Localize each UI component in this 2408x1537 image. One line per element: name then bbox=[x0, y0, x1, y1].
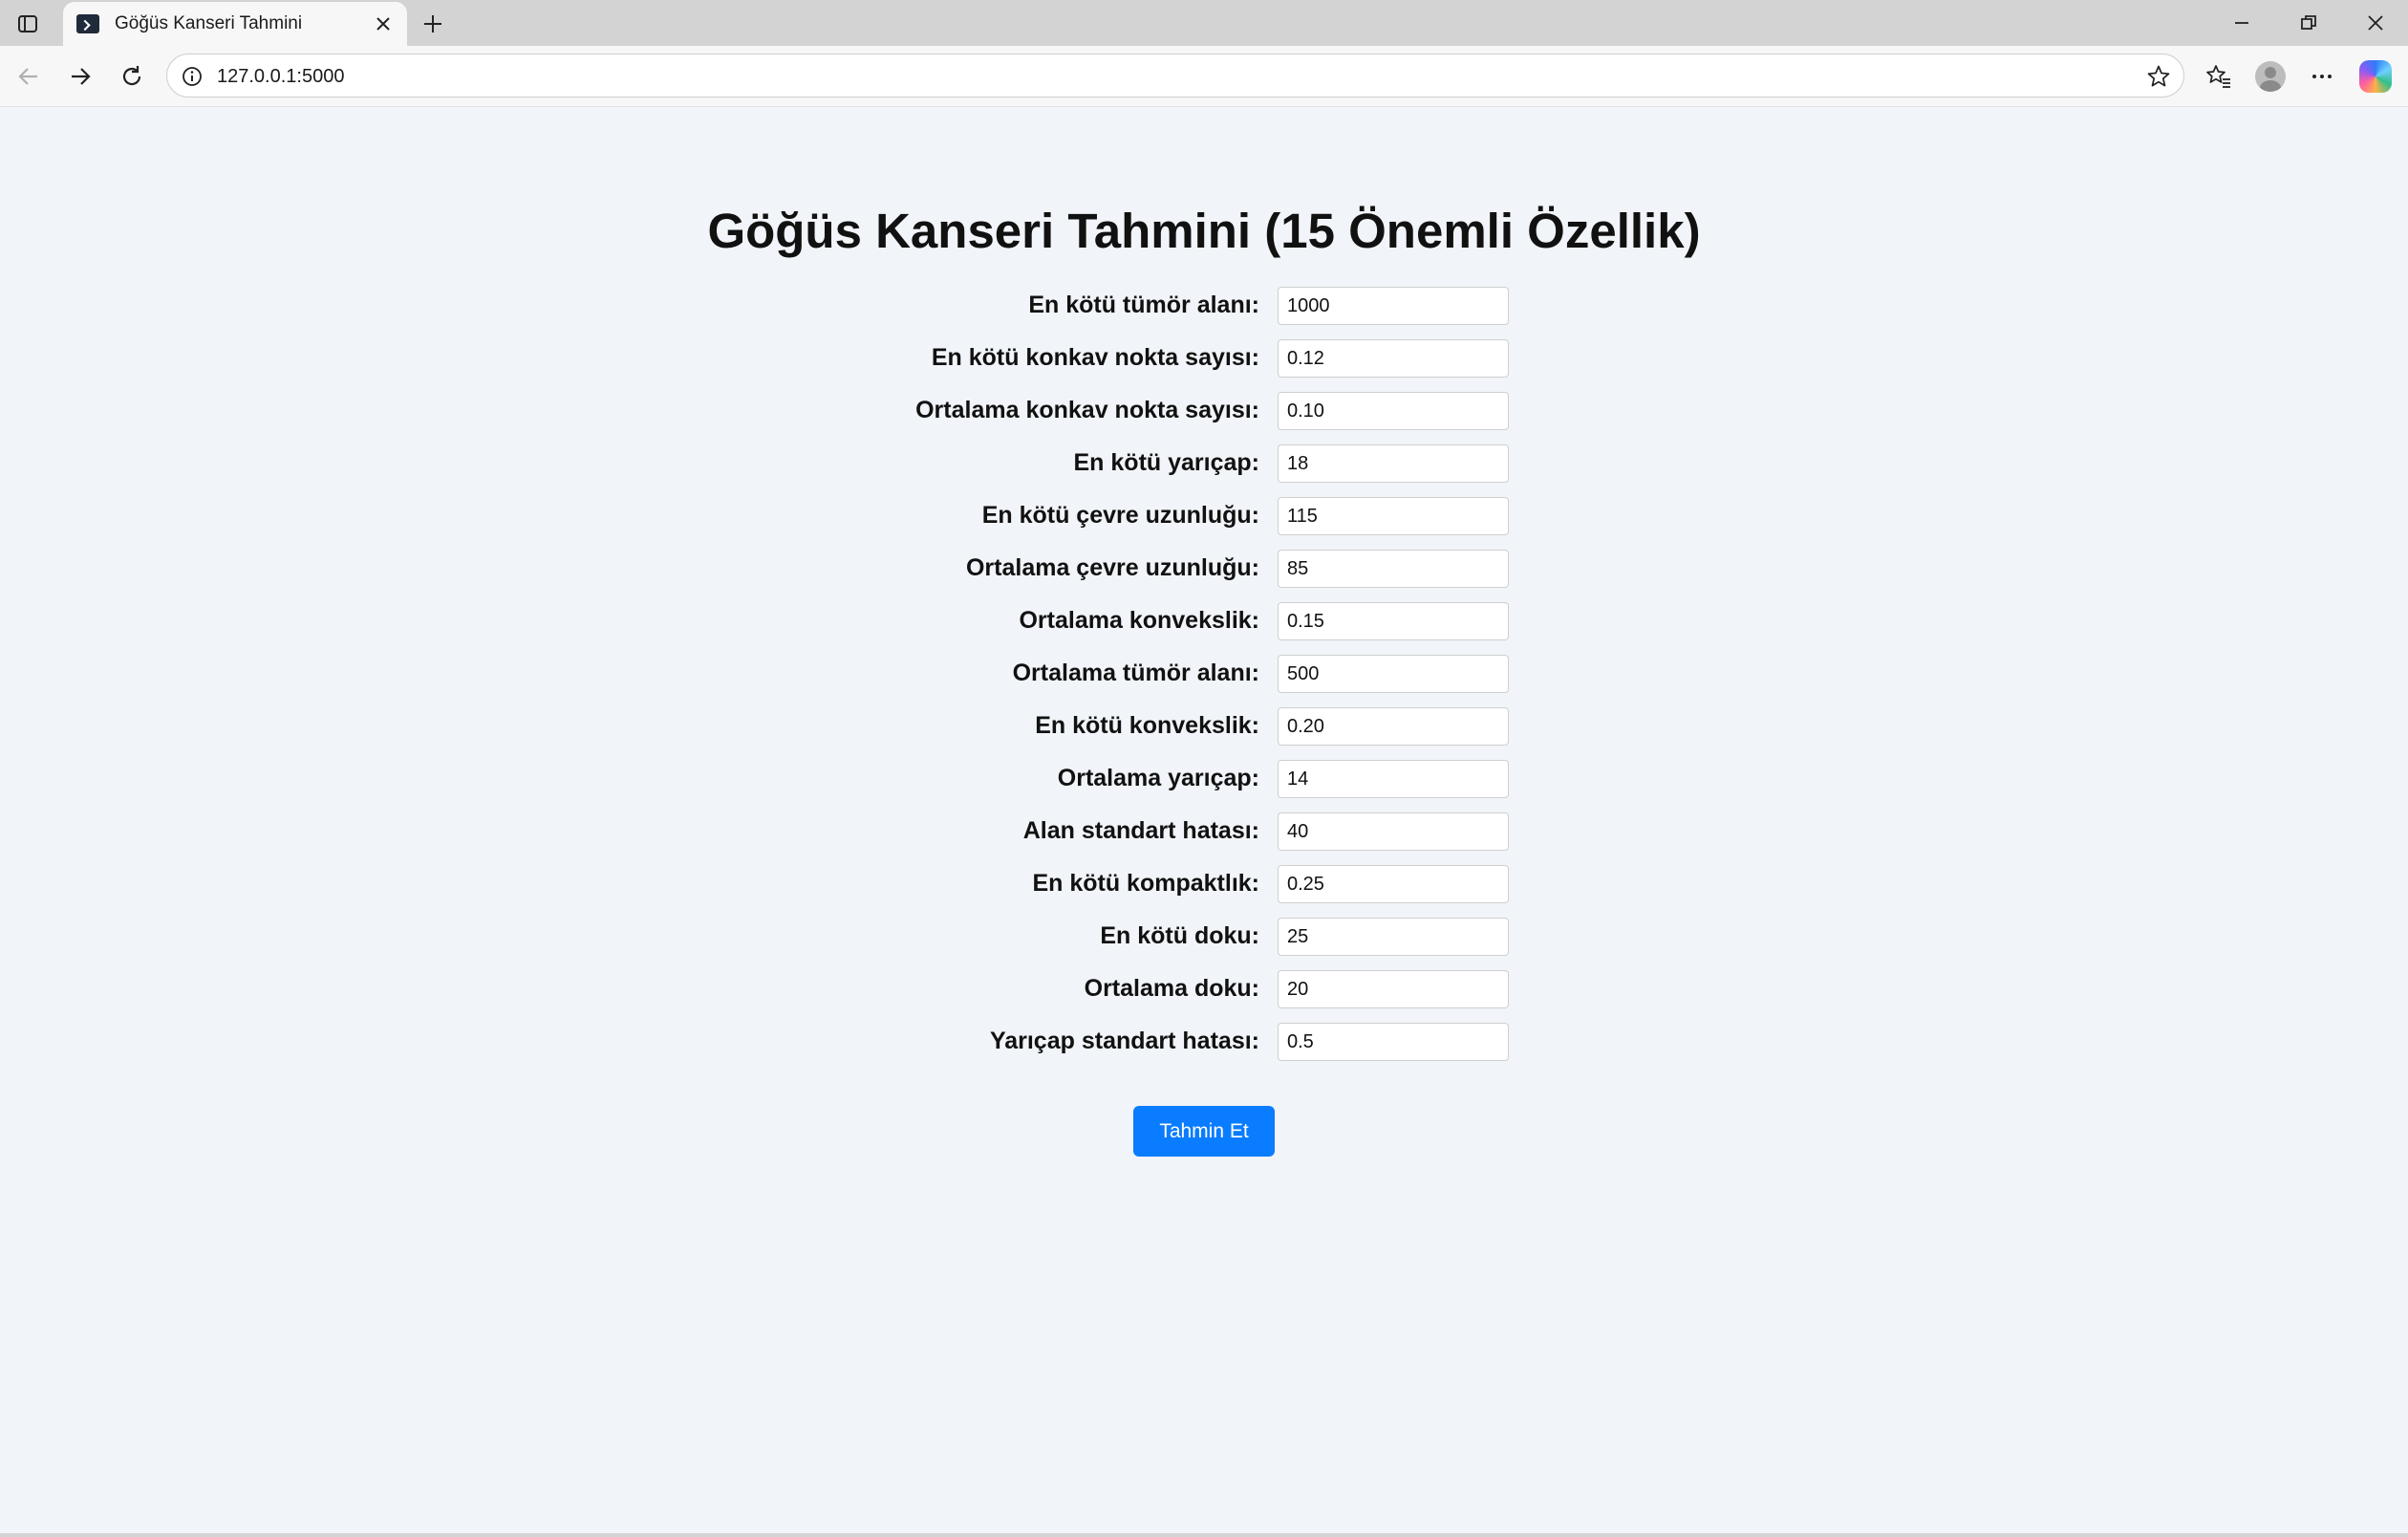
form-row: Yarıçap standart hatası: bbox=[4, 1023, 2404, 1061]
page-title: Göğüs Kanseri Tahmini (15 Önemli Özellik… bbox=[707, 204, 1701, 258]
form-row: Ortalama çevre uzunluğu: bbox=[4, 550, 2404, 588]
window-bottom-border bbox=[0, 1533, 2408, 1537]
terminal-icon bbox=[76, 14, 99, 33]
browser-tab[interactable]: Göğüs Kanseri Tahmini bbox=[63, 2, 407, 46]
field-label: En kötü kompaktlık: bbox=[1032, 870, 1259, 897]
minimize-icon[interactable] bbox=[2213, 4, 2270, 42]
mean-perimeter-input[interactable] bbox=[1278, 550, 1509, 588]
form-row: Ortalama konvekslik: bbox=[4, 602, 2404, 640]
mean-texture-input[interactable] bbox=[1278, 970, 1509, 1008]
mean-radius-input[interactable] bbox=[1278, 760, 1509, 798]
form-row: Ortalama yarıçap: bbox=[4, 760, 2404, 798]
form-row: En kötü doku: bbox=[4, 918, 2404, 956]
radius-se-input[interactable] bbox=[1278, 1023, 1509, 1061]
info-icon[interactable] bbox=[181, 65, 204, 88]
field-label: Ortalama çevre uzunluğu: bbox=[965, 554, 1259, 581]
form-row: En kötü çevre uzunluğu: bbox=[4, 497, 2404, 535]
close-tab-icon[interactable] bbox=[369, 10, 398, 38]
star-icon[interactable] bbox=[2145, 63, 2172, 90]
worst-perimeter-input[interactable] bbox=[1278, 497, 1509, 535]
field-label: En kötü yarıçap: bbox=[1073, 449, 1260, 476]
form-row: En kötü kompaktlık: bbox=[4, 865, 2404, 903]
new-tab-icon[interactable] bbox=[417, 8, 449, 40]
mean-concave-points-input[interactable] bbox=[1278, 392, 1509, 430]
profile-button[interactable] bbox=[2251, 57, 2290, 96]
close-window-icon[interactable] bbox=[2347, 4, 2404, 42]
field-label: Ortalama konvekslik: bbox=[1019, 607, 1259, 634]
back-arrow-icon[interactable] bbox=[10, 57, 48, 96]
restore-icon[interactable] bbox=[2280, 4, 2337, 42]
browser-toolbar: 127.0.0.1:5000 bbox=[0, 46, 2408, 107]
worst-concave-points-input[interactable] bbox=[1278, 339, 1509, 378]
field-label: En kötü çevre uzunluğu: bbox=[981, 502, 1259, 529]
worst-concavity-input[interactable] bbox=[1278, 707, 1509, 746]
avatar bbox=[2255, 61, 2286, 92]
url-text: 127.0.0.1:5000 bbox=[217, 66, 345, 87]
copilot-icon bbox=[2359, 60, 2392, 93]
field-label: Ortalama yarıçap: bbox=[1057, 765, 1259, 791]
reload-icon[interactable] bbox=[113, 57, 151, 96]
copilot-button[interactable] bbox=[2356, 57, 2395, 96]
field-label: Ortalama doku: bbox=[1084, 975, 1259, 1002]
more-icon[interactable] bbox=[2303, 57, 2341, 96]
form-row: En kötü konvekslik: bbox=[4, 707, 2404, 746]
forward-arrow-icon[interactable] bbox=[61, 57, 99, 96]
field-label: En kötü konvekslik: bbox=[1035, 712, 1259, 739]
page-viewport: Göğüs Kanseri Tahmini (15 Önemli Özellik… bbox=[4, 107, 2404, 1533]
mean-concavity-input[interactable] bbox=[1278, 602, 1509, 640]
field-label: Ortalama tümör alanı: bbox=[1012, 660, 1259, 686]
form-row: Ortalama konkav nokta sayısı: bbox=[4, 392, 2404, 430]
form-row: Ortalama tümör alanı: bbox=[4, 655, 2404, 693]
tab-actions-icon[interactable] bbox=[13, 10, 42, 38]
worst-compactness-input[interactable] bbox=[1278, 865, 1509, 903]
field-label: Yarıçap standart hatası: bbox=[989, 1028, 1259, 1054]
field-label: En kötü konkav nokta sayısı: bbox=[931, 344, 1259, 371]
field-label: En kötü tümör alanı: bbox=[1028, 292, 1259, 318]
worst-area-input[interactable] bbox=[1278, 287, 1509, 325]
worst-radius-input[interactable] bbox=[1278, 444, 1509, 483]
form-row: En kötü tümör alanı: bbox=[4, 287, 2404, 325]
field-label: Ortalama konkav nokta sayısı: bbox=[915, 397, 1259, 423]
form-row: Alan standart hatası: bbox=[4, 812, 2404, 851]
predict-button[interactable]: Tahmin Et bbox=[1133, 1106, 1275, 1157]
area-se-input[interactable] bbox=[1278, 812, 1509, 851]
form-row: En kötü yarıçap: bbox=[4, 444, 2404, 483]
field-label: Alan standart hatası: bbox=[1022, 817, 1259, 844]
tab-title: Göğüs Kanseri Tahmini bbox=[115, 13, 303, 33]
tab-strip: Göğüs Kanseri Tahmini bbox=[0, 0, 2408, 46]
address-bar[interactable]: 127.0.0.1:5000 bbox=[166, 54, 2184, 97]
form-row: En kötü konkav nokta sayısı: bbox=[4, 339, 2404, 378]
favorites-icon[interactable] bbox=[2200, 57, 2238, 96]
worst-texture-input[interactable] bbox=[1278, 918, 1509, 956]
mean-area-input[interactable] bbox=[1278, 655, 1509, 693]
form-row: Ortalama doku: bbox=[4, 970, 2404, 1008]
field-label: En kötü doku: bbox=[1100, 922, 1259, 949]
